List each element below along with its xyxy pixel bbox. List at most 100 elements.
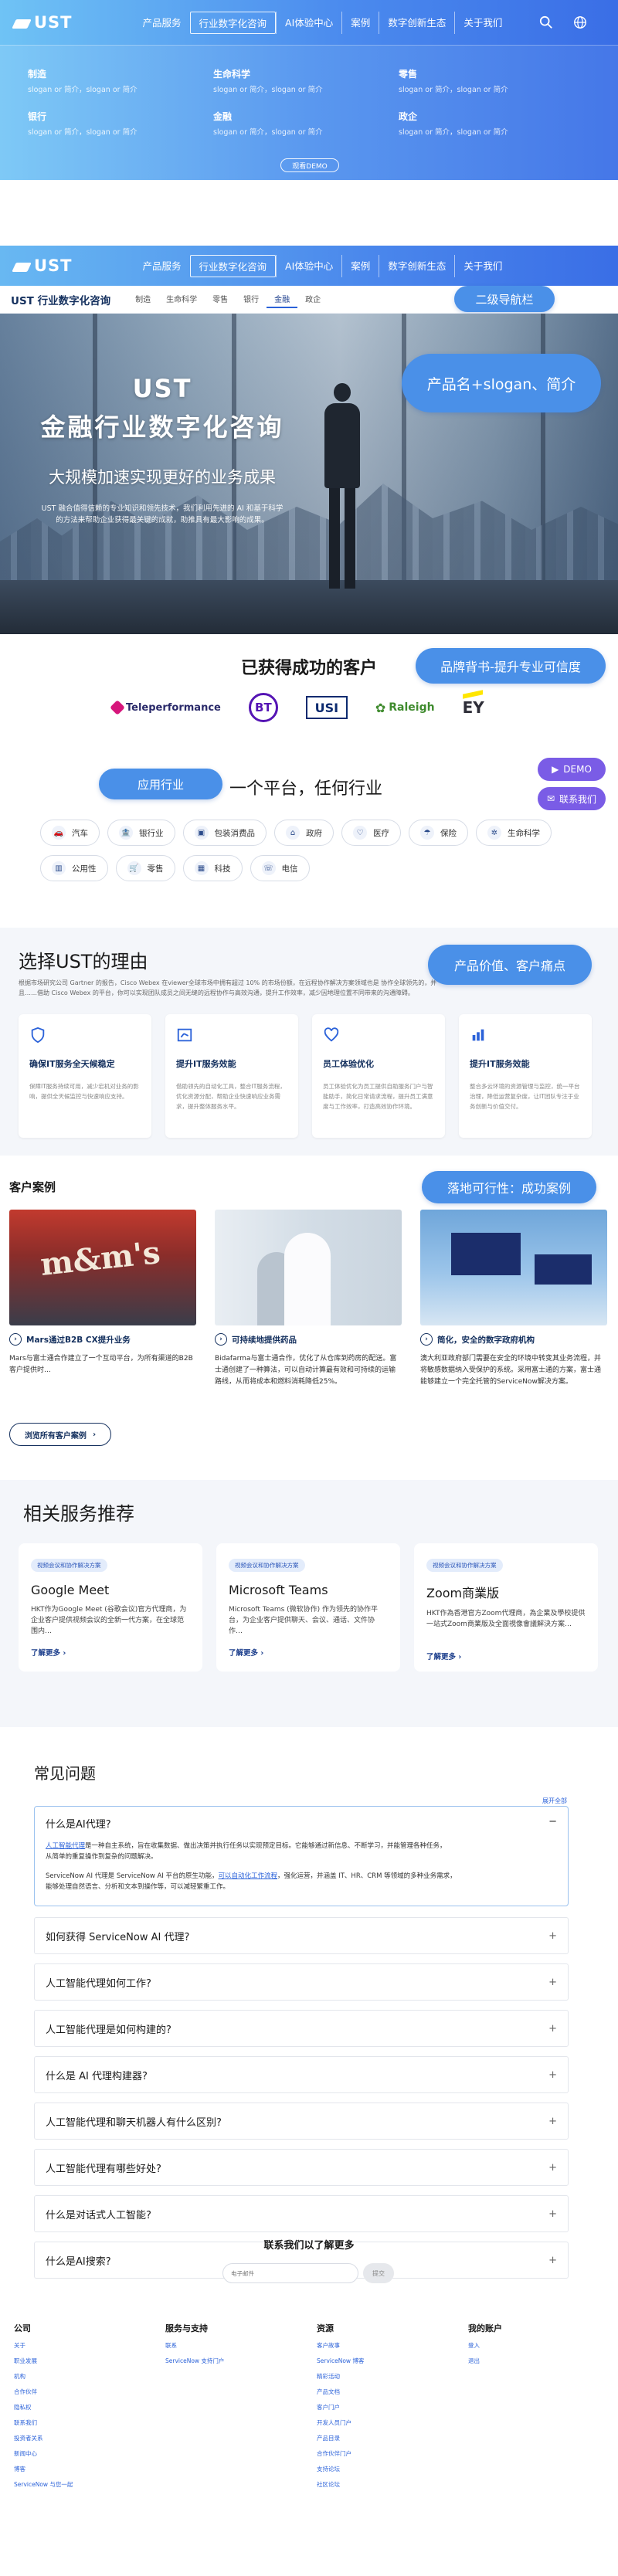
footer-link[interactable]: 开发人员门户 (317, 2418, 464, 2427)
faq-item[interactable]: 人工智能代理如何工作? + (34, 1963, 569, 2001)
service-card[interactable]: 视频会议和协作解决方案 Zoom商業版 HKT作為香港官方Zoom代理商，為企業… (414, 1543, 598, 1672)
service-card[interactable]: 视频会议和协作解决方案 Google Meet HKT作为Google Meet… (19, 1543, 202, 1672)
nav-about[interactable]: 关于我们 (454, 11, 511, 34)
faq-item[interactable]: 什么是对话式人工智能? + (34, 2195, 569, 2232)
pill-label: 包装消费品 (214, 828, 256, 838)
footer-link[interactable]: 产品文档 (317, 2388, 464, 2396)
faq-item[interactable]: 什么是 AI 代理构建器? + (34, 2056, 569, 2093)
industry-pill-telecom[interactable]: ☏ 电信 (250, 855, 310, 881)
ust-logo[interactable]: UST (14, 256, 73, 275)
case-card[interactable]: › 简化，安全的数字政府机构 澳大利亚政府部门需要在安全的环境中转变其业务流程，并… (420, 1210, 607, 1388)
mega-item-title: 生命科学 (213, 69, 251, 80)
nav-cases[interactable]: 案例 (341, 254, 379, 277)
faq-item[interactable]: 人工智能代理有哪些好处? + (34, 2149, 569, 2186)
industry-pill-life-science[interactable]: ✲ 生命科学 (476, 820, 552, 846)
nav-ecosystem[interactable]: 数字创新生态 (379, 254, 454, 277)
footer-link[interactable]: 产品目录 (317, 2434, 464, 2442)
services-section: 相关服务推荐 视频会议和协作解决方案 Google Meet HKT作为Goog… (0, 1480, 618, 1727)
demo-button[interactable]: ▶ DEMO (538, 758, 606, 781)
footer-link[interactable]: 博客 (14, 2465, 161, 2473)
footer-link[interactable]: 合作伙伴 (14, 2388, 161, 2396)
subnav-item-banking[interactable]: 银行 (236, 290, 267, 308)
nav-products[interactable]: 产品服务 (134, 255, 190, 277)
faq-item[interactable]: 人工智能代理是如何构建的? + (34, 2010, 569, 2047)
email-field[interactable]: 电子邮件 (222, 2263, 358, 2283)
insurance-icon: ☂ (420, 826, 434, 840)
case-card[interactable]: › 可持续地提供药品 Bidafarma与富士通合作，优化了从仓库到药房的配送。富… (215, 1210, 402, 1388)
footer: 公司 关于 职业发展 机构 合作伙伴 隐私权 联系我们 投资者关系 新闻中心 博… (0, 2314, 618, 2523)
industry-pill-cpg[interactable]: ▣ 包装消费品 (182, 820, 267, 846)
footer-link[interactable]: 支持论坛 (317, 2465, 464, 2473)
subnav-item-finance[interactable]: 金融 (267, 290, 298, 308)
industry-pill-utilities[interactable]: ▥ 公用性 (40, 855, 108, 881)
footer-link[interactable]: ServiceNow 与您一起 (14, 2480, 161, 2489)
footer-link[interactable]: 联系 (165, 2341, 312, 2350)
nav-ecosystem[interactable]: 数字创新生态 (379, 11, 454, 34)
subnav-item-life-science[interactable]: 生命科学 (158, 290, 205, 308)
industry-pill-insurance[interactable]: ☂ 保险 (409, 820, 468, 846)
pill-label: 生命科学 (508, 828, 540, 838)
mega-item-government[interactable]: 政企 slogan or 简介，slogan or 简介 (399, 110, 584, 137)
mega-item-life-science[interactable]: 生命科学 slogan or 简介，slogan or 简介 (213, 67, 399, 94)
footer-link[interactable]: 机构 (14, 2372, 161, 2381)
subnav-item-retail[interactable]: 零售 (205, 290, 236, 308)
footer-link[interactable]: 登入 (468, 2341, 615, 2350)
case-card[interactable]: › Mars通过B2B CX提升业务 Mars与富士通合作建立了一个互动平台，为所… (9, 1210, 196, 1388)
industry-pill-health[interactable]: ♡ 医疗 (341, 820, 401, 846)
mega-item-manufacturing[interactable]: 制造 slogan or 简介，slogan or 简介 (28, 67, 213, 94)
ai-agent-link[interactable]: 人工智能代理 (46, 1842, 85, 1850)
nav-cases[interactable]: 案例 (341, 11, 379, 34)
footer-link[interactable]: 职业发展 (14, 2357, 161, 2365)
footer-link[interactable]: 合作伙伴门户 (317, 2449, 464, 2458)
footer-link[interactable]: 客户故事 (317, 2341, 464, 2350)
subnav-item-manufacturing[interactable]: 制造 (127, 290, 158, 308)
package-icon: ▣ (194, 826, 209, 840)
nav-products[interactable]: 产品服务 (134, 12, 190, 34)
mega-item-banking[interactable]: 银行 slogan or 简介，slogan or 简介 (28, 110, 213, 137)
faq-item[interactable]: 如何获得 ServiceNow AI 代理? + (34, 1917, 569, 1954)
nav-about[interactable]: 关于我们 (454, 254, 511, 277)
footer-link[interactable]: 投资者关系 (14, 2434, 161, 2442)
footer-link[interactable]: 社区论坛 (317, 2480, 464, 2489)
hero-body: UST 融合值得信赖的专业知识和领先技术，我们利用先进的 AI 和基于科学的方法… (41, 504, 284, 524)
footer-link[interactable]: 隐私权 (14, 2403, 161, 2411)
faq-item-open[interactable]: 什么是AI代理? − 人工智能代理是一种自主系统，旨在收集数据、做出决策并执行任务… (34, 1806, 569, 1906)
subnav-item-government[interactable]: 政企 (297, 290, 328, 308)
learn-more-link[interactable]: 了解更多 › (31, 1647, 190, 1658)
nav-ai-center[interactable]: AI体验中心 (276, 254, 341, 277)
search-icon[interactable] (539, 15, 553, 29)
industry-pill-auto[interactable]: 🚗 汽车 (40, 820, 100, 846)
footer-link[interactable]: ServiceNow 支持门户 (165, 2357, 312, 2365)
nav-industry[interactable]: 行业数字化咨询 (189, 254, 277, 277)
industry-pill-tech[interactable]: ▦ 科技 (182, 855, 243, 881)
industry-pill-retail[interactable]: 🛒 零售 (115, 855, 175, 881)
expand-all-link[interactable]: 展开全部 (542, 1797, 567, 1805)
footer-link[interactable]: 联系我们 (14, 2418, 161, 2427)
learn-more-link[interactable]: 了解更多 › (229, 1647, 388, 1658)
submit-button[interactable]: 提交 (363, 2263, 394, 2283)
learn-more-link[interactable]: 了解更多 › (426, 1651, 586, 1661)
watch-demo-button[interactable]: 观看DEMO (280, 158, 339, 172)
footer-link[interactable]: 关于 (14, 2341, 161, 2350)
footer-link[interactable]: 新闻中心 (14, 2449, 161, 2458)
footer-link[interactable]: 退出 (468, 2357, 615, 2365)
industry-pill-banking[interactable]: 🏦 银行业 (107, 820, 175, 846)
chip-icon: ▦ (194, 861, 209, 875)
service-card[interactable]: 视频会议和协作解决方案 Microsoft Teams Microsoft Te… (216, 1543, 400, 1672)
footer-link[interactable]: ServiceNow 博客 (317, 2357, 464, 2365)
footer-link[interactable]: 精彩活动 (317, 2372, 464, 2381)
footer-link[interactable]: 客户门户 (317, 2403, 464, 2411)
nav-industry[interactable]: 行业数字化咨询 (189, 11, 277, 34)
mega-item-retail[interactable]: 零售 slogan or 简介，slogan or 简介 (399, 67, 584, 94)
faq-item[interactable]: 人工智能代理和聊天机器人有什么区别? + (34, 2103, 569, 2140)
contact-us-button[interactable]: ✉ 联系我们 (538, 787, 606, 810)
ust-logo[interactable]: UST (14, 13, 73, 32)
browse-all-cases-button[interactable]: 浏览所有客户案例 › (9, 1423, 111, 1446)
mega-item-finance[interactable]: 金融 slogan or 简介，slogan or 简介 (213, 110, 399, 137)
footer-heading: 服务与支持 (165, 2323, 208, 2333)
industry-pill-government[interactable]: ⌂ 政府 (274, 820, 334, 846)
workflow-link[interactable]: 可以自动化工作流程 (219, 1872, 278, 1880)
globe-icon[interactable] (573, 15, 587, 29)
nav-ai-center[interactable]: AI体验中心 (276, 11, 341, 34)
minus-icon[interactable]: − (548, 1816, 557, 1831)
